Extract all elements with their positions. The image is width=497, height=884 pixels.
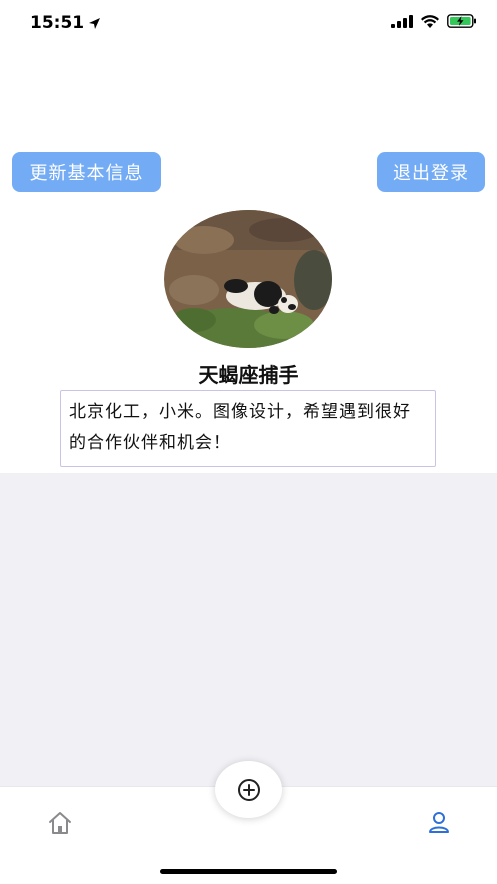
cellular-signal-icon [391, 14, 413, 28]
status-icons [391, 14, 477, 28]
location-arrow-icon [89, 17, 101, 29]
home-indicator[interactable] [160, 869, 337, 874]
status-bar: 15:51 [0, 0, 497, 48]
battery-charging-icon [447, 14, 476, 28]
logout-button[interactable]: 退出登录 [377, 152, 485, 192]
panda-photo [164, 210, 332, 348]
avatar[interactable] [164, 210, 332, 348]
update-profile-button[interactable]: 更新基本信息 [12, 152, 161, 192]
add-post-button[interactable] [215, 761, 282, 818]
clock: 15:51 [30, 13, 85, 33]
bio-text[interactable]: 北京化工，小米。图像设计，希望遇到很好的合作伙伴和机会！ [60, 390, 436, 467]
add-circle-icon [237, 778, 260, 801]
person-icon[interactable] [427, 810, 451, 834]
username: 天蝎座捕手 [198, 363, 299, 387]
status-time: 15:51 [30, 13, 101, 33]
home-icon[interactable] [47, 810, 73, 836]
wifi-icon [421, 14, 439, 28]
